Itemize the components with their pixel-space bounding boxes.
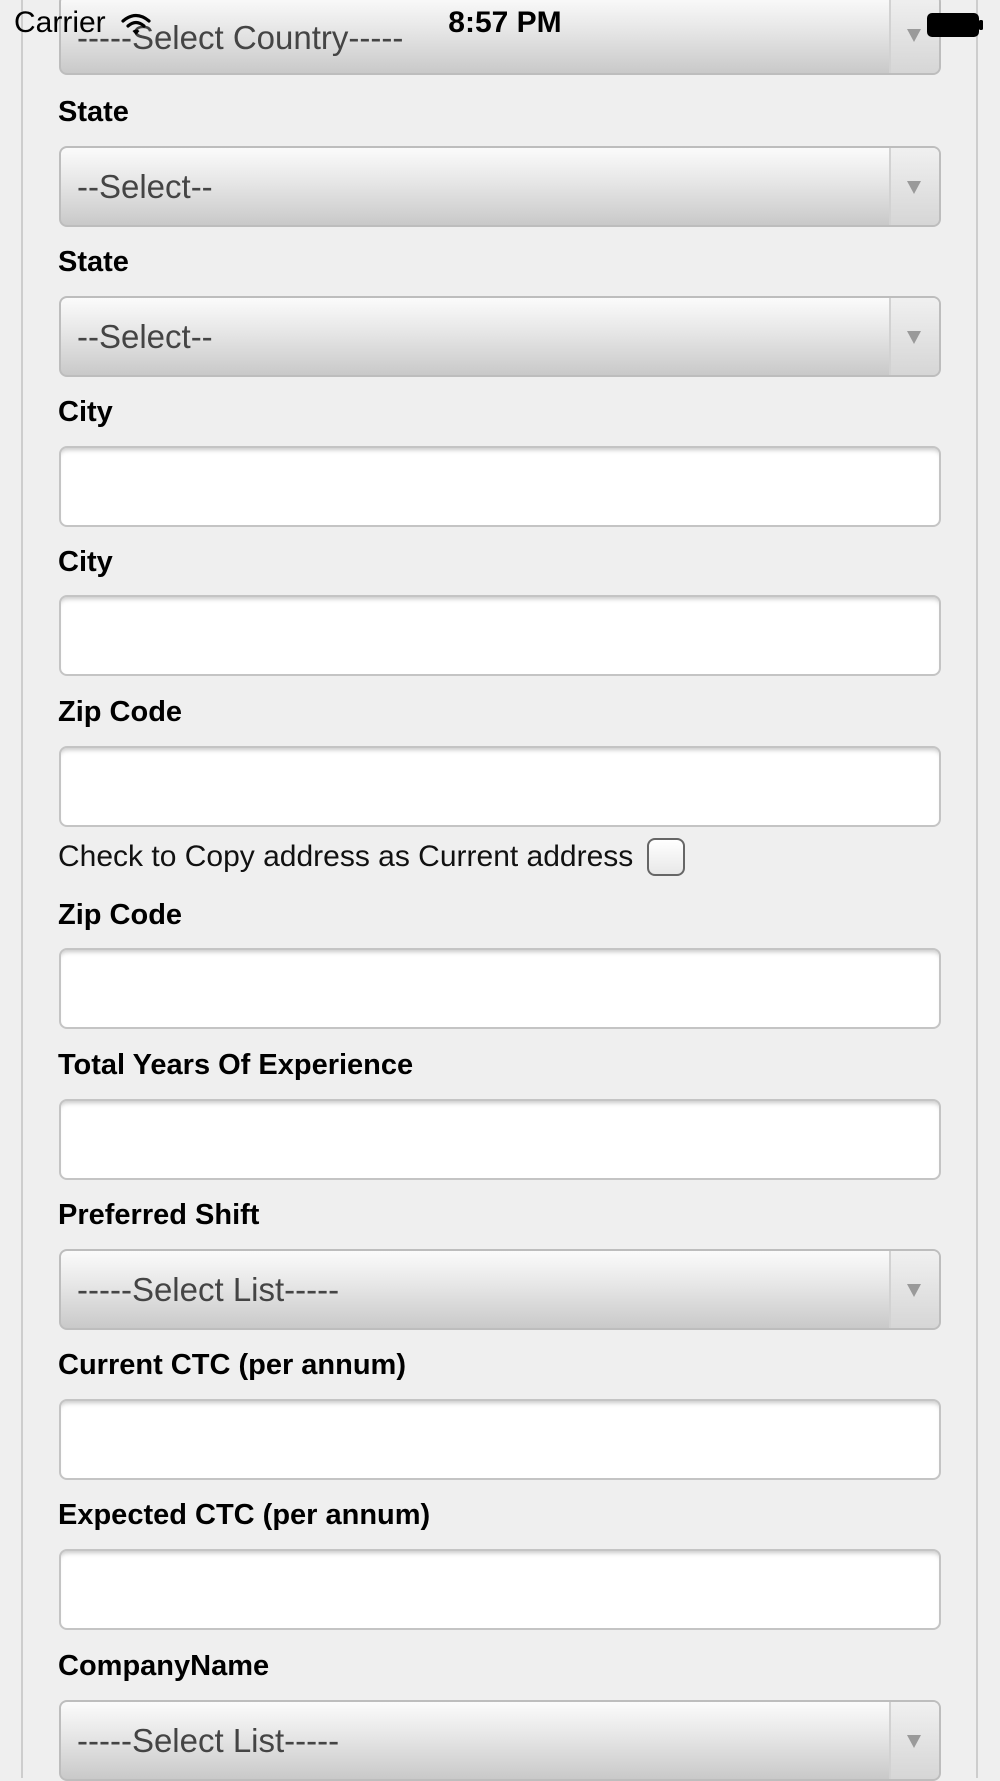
- chevron-down-icon: [889, 298, 939, 375]
- company-name-select[interactable]: -----Select List-----: [59, 1700, 941, 1781]
- city-label: City: [58, 396, 113, 428]
- experience-label: Total Years Of Experience: [58, 1049, 414, 1081]
- current-state-label: State: [58, 246, 129, 278]
- chevron-down-icon: [889, 1251, 939, 1328]
- battery-icon: [927, 13, 983, 37]
- company-name-label: CompanyName: [58, 1650, 270, 1682]
- current-ctc-input[interactable]: [59, 1399, 941, 1480]
- chevron-down-icon: [889, 1702, 939, 1779]
- page-frame-left-border: [21, 0, 23, 1778]
- current-zip-code-input[interactable]: [59, 948, 941, 1029]
- state-label: State: [58, 96, 129, 128]
- copy-address-label: Check to Copy address as Current address: [58, 840, 634, 873]
- preferred-shift-select-value: -----Select List-----: [77, 1271, 340, 1308]
- zip-code-input[interactable]: [59, 746, 941, 827]
- chevron-down-icon: [889, 148, 939, 225]
- page-frame-right-border: [976, 0, 978, 1778]
- experience-input[interactable]: [59, 1099, 941, 1180]
- copy-address-checkbox[interactable]: [647, 838, 686, 876]
- status-bar: Carrier 8:57 PM: [0, 0, 1000, 50]
- current-ctc-label: Current CTC (per annum): [58, 1349, 406, 1381]
- current-city-input[interactable]: [59, 595, 941, 676]
- state-select-value: --Select--: [77, 168, 213, 205]
- current-city-label: City: [58, 546, 113, 578]
- current-state-select[interactable]: --Select--: [59, 296, 941, 377]
- copy-address-row: Check to Copy address as Current address: [58, 832, 686, 882]
- status-time: 8:57 PM: [448, 6, 562, 39]
- city-input[interactable]: [59, 446, 941, 527]
- preferred-shift-label: Preferred Shift: [58, 1199, 260, 1231]
- expected-ctc-label: Expected CTC (per annum): [58, 1499, 431, 1531]
- current-zip-code-label: Zip Code: [58, 899, 183, 931]
- current-state-select-value: --Select--: [77, 318, 213, 355]
- company-name-select-value: -----Select List-----: [77, 1722, 340, 1759]
- state-select[interactable]: --Select--: [59, 146, 941, 227]
- preferred-shift-select[interactable]: -----Select List-----: [59, 1249, 941, 1330]
- expected-ctc-input[interactable]: [59, 1549, 941, 1630]
- zip-code-label: Zip Code: [58, 696, 183, 728]
